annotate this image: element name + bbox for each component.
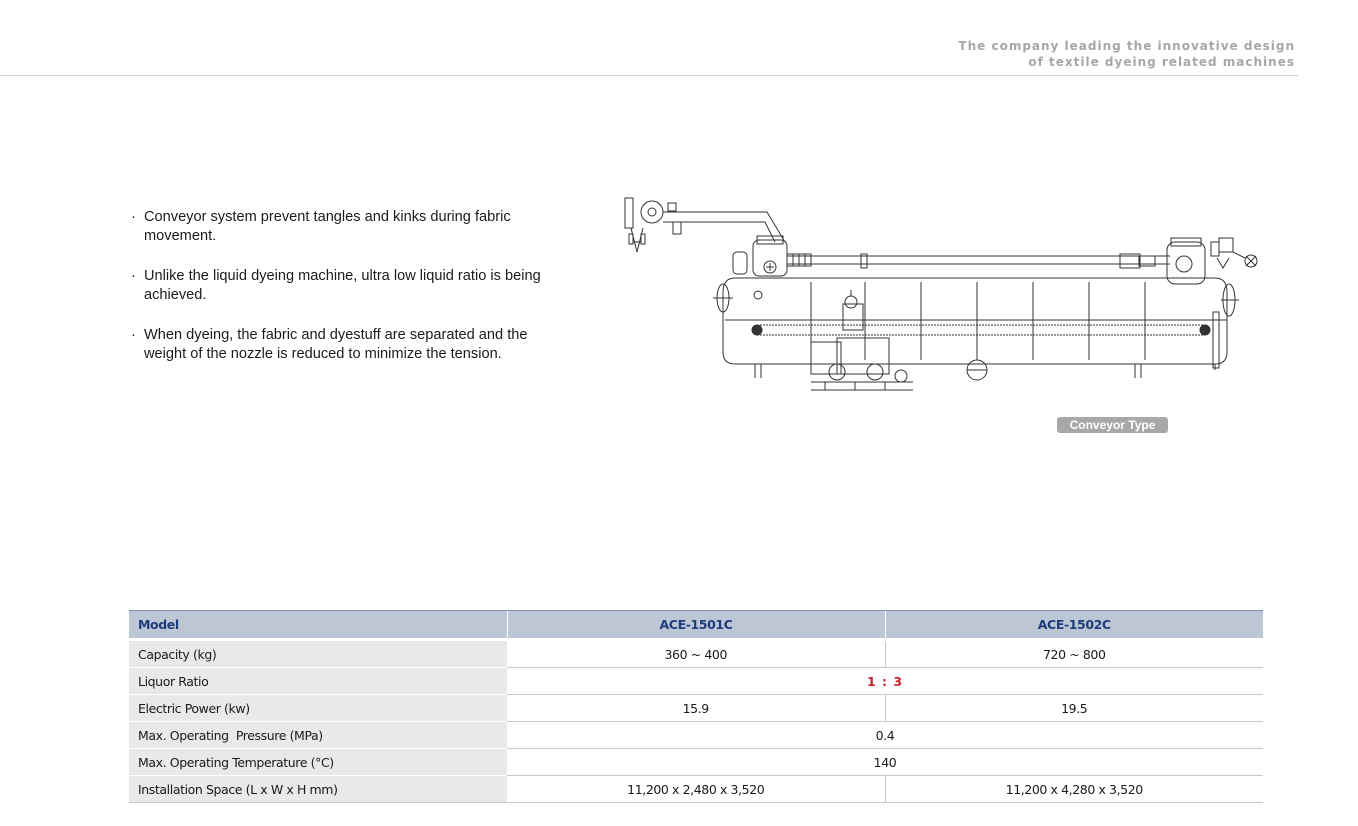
feature-text: Conveyor system prevent tangles and kink… bbox=[144, 209, 511, 244]
bullet-icon: · bbox=[131, 327, 136, 343]
table-row: Electric Power (kw) 15.9 19.5 bbox=[129, 694, 1263, 722]
row-label: Liquor Ratio bbox=[129, 667, 507, 695]
table-cell: 0.4 bbox=[507, 721, 1263, 749]
tagline-line-1: The company leading the innovative desig… bbox=[958, 39, 1295, 53]
bullet-icon: · bbox=[131, 209, 136, 225]
conveyor-machine-drawing bbox=[624, 197, 1258, 391]
table-header-row: Model ACE-1501C ACE-1502C bbox=[129, 610, 1263, 641]
header-divider bbox=[0, 75, 1298, 76]
table-row: Liquor Ratio 1 : 3 bbox=[129, 667, 1263, 695]
diagram-caption-badge: Conveyor Type bbox=[1057, 417, 1168, 433]
row-label: Capacity (kg) bbox=[129, 638, 507, 668]
feature-list: · Conveyor system prevent tangles and ki… bbox=[131, 208, 571, 385]
feature-item: · When dyeing, the fabric and dyestuff a… bbox=[131, 326, 571, 363]
table-row: Capacity (kg) 360 ~ 400 720 ~ 800 bbox=[129, 638, 1263, 668]
table-cell: 1 : 3 bbox=[507, 667, 1263, 695]
table-cell: 720 ~ 800 bbox=[884, 638, 1263, 668]
table-cell: 11,200 x 2,480 x 3,520 bbox=[507, 775, 885, 803]
table-row: Max. Operating Temperature (°C) 140 bbox=[129, 748, 1263, 776]
table-cell: 140 bbox=[507, 748, 1263, 776]
table-cell: 15.9 bbox=[507, 694, 885, 722]
feature-item: · Unlike the liquid dyeing machine, ultr… bbox=[131, 267, 571, 304]
column-header-ace-1501c: ACE-1501C bbox=[506, 610, 885, 641]
feature-text: Unlike the liquid dyeing machine, ultra … bbox=[144, 268, 541, 303]
table-cell: 11,200 x 4,280 x 3,520 bbox=[884, 775, 1263, 803]
bullet-icon: · bbox=[131, 268, 136, 284]
table-row: Max. Operating Pressure (MPa) 0.4 bbox=[129, 721, 1263, 749]
row-label: Max. Operating Temperature (°C) bbox=[129, 748, 507, 776]
column-header-model: Model bbox=[129, 610, 507, 641]
table-cell: 360 ~ 400 bbox=[507, 638, 885, 668]
feature-text: When dyeing, the fabric and dyestuff are… bbox=[144, 327, 528, 362]
feature-item: · Conveyor system prevent tangles and ki… bbox=[131, 208, 571, 245]
tagline-line-2: of textile dyeing related machines bbox=[1028, 55, 1295, 69]
liquor-ratio-value: 1 : 3 bbox=[866, 673, 904, 689]
table-row: Installation Space (L x W x H mm) 11,200… bbox=[129, 775, 1263, 803]
row-label: Installation Space (L x W x H mm) bbox=[129, 775, 507, 803]
company-tagline: The company leading the innovative desig… bbox=[958, 38, 1295, 70]
column-header-ace-1502c: ACE-1502C bbox=[884, 610, 1263, 641]
row-label: Max. Operating Pressure (MPa) bbox=[129, 721, 507, 749]
row-label: Electric Power (kw) bbox=[129, 694, 507, 722]
table-cell: 19.5 bbox=[884, 694, 1263, 722]
specification-table: Model ACE-1501C ACE-1502C Capacity (kg) … bbox=[129, 610, 1263, 803]
